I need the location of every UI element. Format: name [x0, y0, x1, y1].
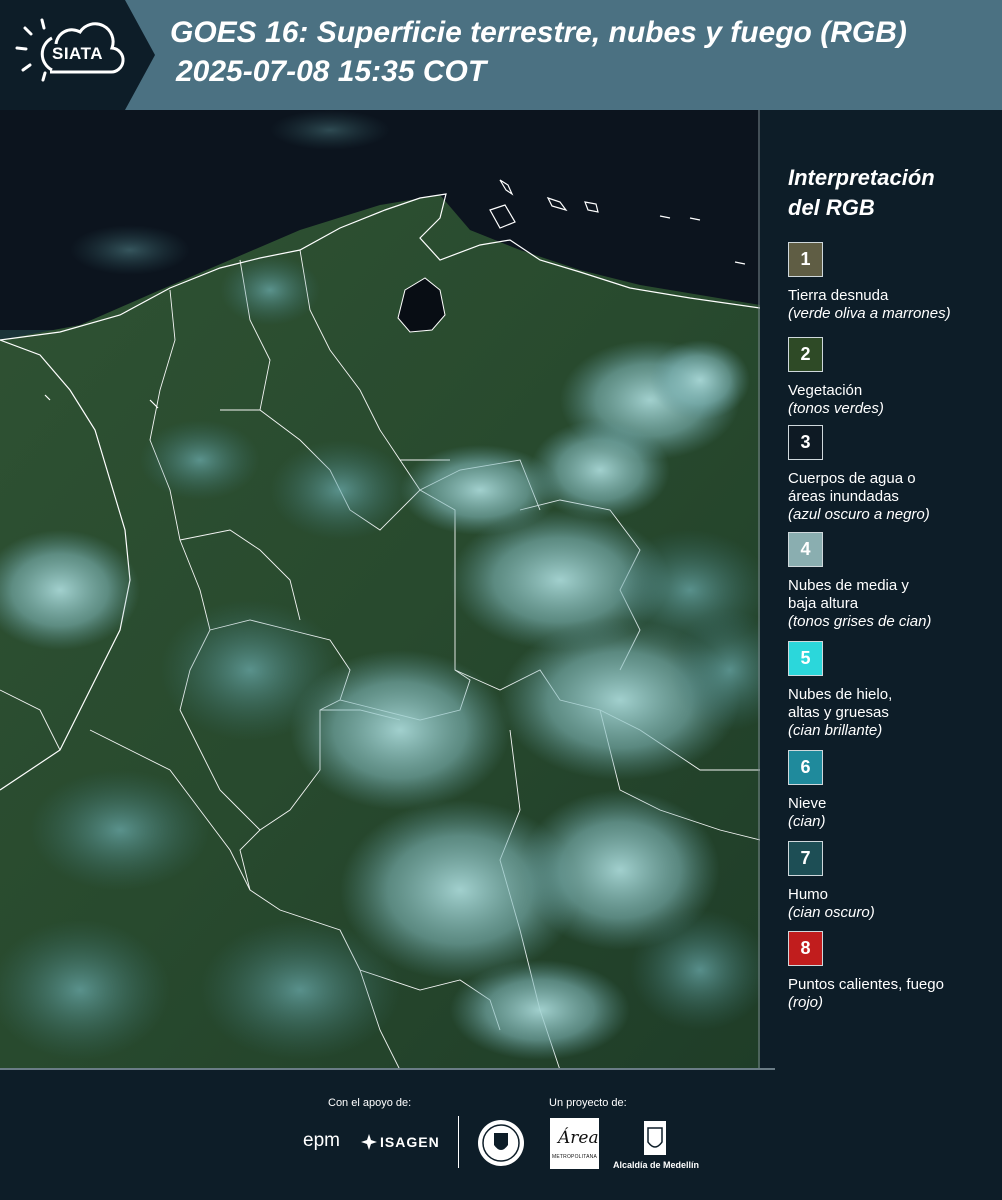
legend-label: Humo — [788, 886, 829, 903]
legend-item: 6 Nieve (cian) — [788, 750, 988, 831]
legend-label: Puntos calientes, fuego — [788, 976, 944, 993]
legend-item: 2 Vegetación (tonos verdes) — [788, 337, 988, 418]
page-timestamp: 2025-07-08 15:35 COT — [176, 55, 487, 88]
university-seal-icon — [478, 1120, 524, 1166]
satellite-map[interactable] — [0, 110, 760, 1070]
support-caption: Con el apoyo de: — [328, 1097, 412, 1109]
page-title: GOES 16: Superficie terrestre, nubes y f… — [170, 16, 907, 49]
area-metropolitana-logo: Área METROPOLITANA — [550, 1118, 599, 1169]
legend-swatch: 1 — [788, 242, 823, 277]
header-bar: SIATA GOES 16: Superficie terrestre, nub… — [0, 0, 1002, 110]
isagen-icon — [361, 1134, 377, 1150]
legend-sublabel: (tonos grises de cian) — [788, 613, 932, 630]
page-root: SIATA GOES 16: Superficie terrestre, nub… — [0, 0, 1002, 1200]
legend-sublabel: (cian brillante) — [788, 722, 883, 739]
project-caption: Un proyecto de: — [549, 1097, 627, 1109]
legend-label: Nubes de media y baja altura — [788, 577, 909, 612]
legend-label: Vegetación — [788, 382, 863, 399]
area-logo-line: METROPOLITANA — [552, 1154, 598, 1160]
legend-sublabel: (azul oscuro a negro) — [788, 506, 930, 523]
legend-title-line: Interpretación — [788, 165, 935, 190]
siata-logo: SIATA — [0, 0, 155, 110]
legend-sublabel: (cian oscuro) — [788, 904, 875, 921]
legend-item: 1 Tierra desnuda (verde oliva a marrones) — [788, 242, 988, 323]
legend-label: Nubes de hielo, altas y gruesas — [788, 686, 893, 721]
legend-sublabel: (verde oliva a marrones) — [788, 305, 951, 322]
footer-vertical-divider — [458, 1116, 459, 1168]
legend-sublabel: (tonos verdes) — [788, 400, 884, 417]
legend-label: Tierra desnuda — [788, 287, 889, 304]
legend-swatch: 5 — [788, 641, 823, 676]
legend-item: 5 Nubes de hielo, altas y gruesas (cian br… — [788, 641, 988, 740]
epm-logo: epm — [303, 1130, 340, 1151]
legend-swatch: 4 — [788, 532, 823, 567]
legend-item: 7 Humo (cian oscuro) — [788, 841, 988, 922]
legend-swatch: 7 — [788, 841, 823, 876]
isagen-logo: ISAGEN — [380, 1134, 440, 1150]
legend-title-line: del RGB — [788, 195, 875, 220]
logo-text: SIATA — [52, 44, 103, 63]
legend-label: Nieve — [788, 795, 827, 812]
legend-item: 4 Nubes de media y baja altura (tonos gris… — [788, 532, 988, 631]
legend-label: Cuerpos de agua o áreas inundadas — [788, 470, 916, 505]
legend-title: Interpretación del RGB — [788, 163, 988, 223]
area-logo-word: Área — [558, 1128, 599, 1148]
legend-swatch: 3 — [788, 425, 823, 460]
legend-item: 8 Puntos calientes, fuego (rojo) — [788, 931, 988, 1012]
map-image — [0, 110, 760, 1070]
legend-swatch: 8 — [788, 931, 823, 966]
legend-swatch: 6 — [788, 750, 823, 785]
legend-item: 3 Cuerpos de agua o áreas inundadas (azul … — [788, 425, 988, 524]
medellin-logo-text: Alcaldía de Medellín — [613, 1160, 700, 1170]
legend-sublabel: (rojo) — [788, 994, 824, 1011]
medellin-shield-icon — [644, 1121, 666, 1155]
footer-divider — [0, 1068, 775, 1070]
legend-swatch: 2 — [788, 337, 823, 372]
legend-sublabel: (cian) — [788, 813, 826, 830]
